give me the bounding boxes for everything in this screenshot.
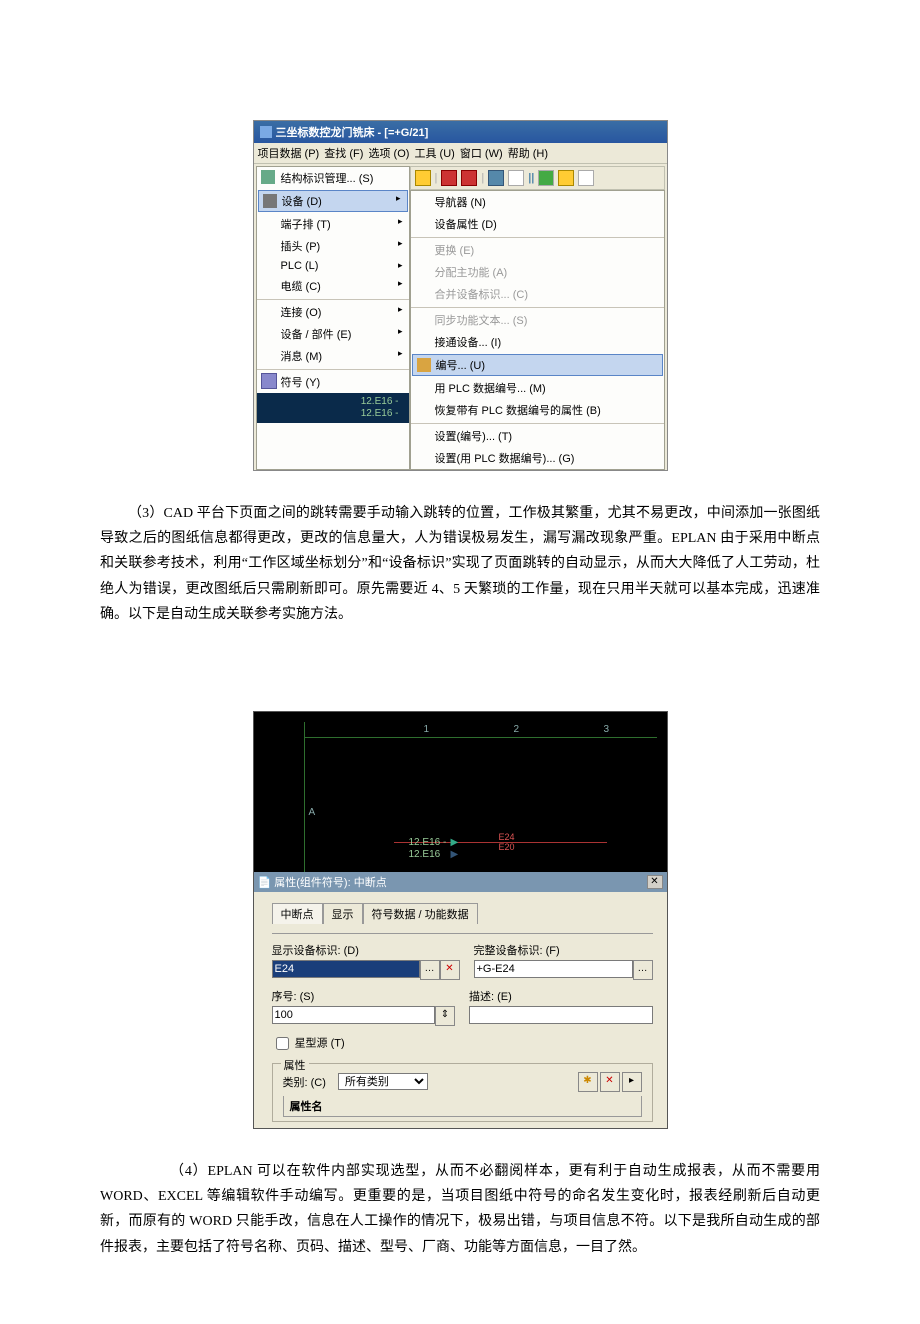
submenu-replace: 更换 (E) [411,237,664,261]
interrupt-arrow-icon: ▶ [451,837,459,848]
tab-bar: 中断点 显示 符号数据 / 功能数据 [272,902,653,923]
figure-menu-screenshot: 三坐标数控龙门铣床 - [=+G/21] 项目数据 (P) 查找 (F) 选项 … [100,120,820,471]
dialog-title-bar: 📄 属性(组件符号): 中断点 ✕ [254,872,667,892]
menu-item-device[interactable]: 设备 (D) [258,190,408,212]
browse-button[interactable]: … [420,960,440,980]
full-id-label: 完整设备标识: (F) [474,942,653,958]
submenu-device: 导航器 (N) 设备属性 (D) 更换 (E) 分配主功能 (A) 合并设备标识… [410,190,665,470]
toolbar-icon[interactable] [441,170,457,186]
reference-preview: 12.E16 - 12.E16 - [257,393,409,423]
dialog-icon: 📄 [258,877,272,889]
menu-find[interactable]: 查找 (F) [324,148,363,160]
submenu-merge-id: 合并设备标识... (C) [411,283,664,305]
star-source-checkbox[interactable] [276,1037,289,1050]
submenu-plc-number[interactable]: 用 PLC 数据编号... (M) [411,377,664,399]
menu-item-message[interactable]: 消息 (M) [257,345,409,367]
menu-item-terminal[interactable]: 端子排 (T) [257,213,409,235]
app-icon [260,126,272,138]
tab-symbol-data[interactable]: 符号数据 / 功能数据 [363,903,478,924]
submenu-settings-number[interactable]: 设置(编号)... (T) [411,423,664,447]
menu-item-cable[interactable]: 电缆 (C) [257,275,409,297]
full-id-input[interactable] [474,960,633,978]
category-select[interactable]: 所有类别 [338,1073,428,1090]
toolbar-icon[interactable] [558,170,574,186]
structure-icon [261,170,275,184]
tab-interrupt[interactable]: 中断点 [272,903,323,924]
submenu-settings-plc-number[interactable]: 设置(用 PLC 数据编号)... (G) [411,447,664,469]
property-name-header: 属性名 [283,1096,642,1117]
display-id-label: 显示设备标识: (D) [272,942,460,958]
menu-options[interactable]: 选项 (O) [368,148,409,160]
dialog-title: 属性(组件符号): 中断点 [274,877,386,889]
group-legend: 属性 [281,1057,309,1073]
menu-structure-id-manage[interactable]: 结构标识管理... (S) [257,167,409,189]
sequence-label: 序号: (S) [272,988,456,1004]
menu-window[interactable]: 窗口 (W) [460,148,503,160]
paragraph-3: （3）CAD 平台下页面之间的跳转需要手动输入跳转的位置，工作极其繁重，尤其不易… [100,501,820,627]
menu-bar: 项目数据 (P) 查找 (F) 选项 (O) 工具 (U) 窗口 (W) 帮助 … [254,143,667,164]
clear-button[interactable]: ✕ [440,960,460,980]
more-prop-button[interactable]: ▸ [622,1072,642,1092]
remove-prop-button[interactable]: ✕ [600,1072,620,1092]
spinner-button[interactable]: ⇕ [435,1006,455,1026]
display-id-input[interactable] [272,960,420,978]
menu-tools[interactable]: 工具 (U) [414,148,454,160]
submenu-restore-plc[interactable]: 恢复带有 PLC 数据编号的属性 (B) [411,399,664,421]
symbol-icon [261,373,277,389]
drawing-canvas: 1 2 3 A 12.E16 - ▶ 12.E16 ▶ E24 E20 [254,712,667,872]
menu-item-plug[interactable]: 插头 (P) [257,235,409,257]
description-input[interactable] [469,1006,653,1024]
toolbar-icon[interactable] [415,170,431,186]
window-title-bar: 三坐标数控龙门铣床 - [=+G/21] [254,121,667,143]
submenu-device-props[interactable]: 设备属性 (D) [411,213,664,235]
figure-properties-dialog: 1 2 3 A 12.E16 - ▶ 12.E16 ▶ E24 E20 📄 属性… [100,711,820,1129]
menu-item-symbol[interactable]: 符号 (Y) [257,369,409,393]
properties-group: 属性 类别: (C) 所有类别 ✱ ✕ ▸ 属性 [272,1063,653,1122]
submenu-connect-device[interactable]: 接通设备... (I) [411,331,664,353]
dropdown-menu-left: 结构标识管理... (S) 设备 (D) 端子排 (T) 插头 (P) PLC … [256,166,410,470]
toolbar-icon[interactable] [461,170,477,186]
add-prop-button[interactable]: ✱ [578,1072,598,1092]
device-icon [263,194,277,208]
menu-project-data[interactable]: 项目数据 (P) [258,148,320,160]
interrupt-arrow-icon: ▶ [451,849,459,860]
app-window: 三坐标数控龙门铣床 - [=+G/21] 项目数据 (P) 查找 (F) 选项 … [253,120,668,471]
star-source-label: 星型源 (T) [295,1037,345,1049]
category-label: 类别: (C) [283,1074,326,1090]
menu-item-plc[interactable]: PLC (L) [257,257,409,275]
toolbar-icon[interactable] [508,170,524,186]
menu-item-connection[interactable]: 连接 (O) [257,299,409,323]
menu-item-device-part[interactable]: 设备 / 部件 (E) [257,323,409,345]
tab-display[interactable]: 显示 [323,903,363,924]
sequence-input[interactable] [272,1006,436,1024]
submenu-numbering[interactable]: 编号... (U) [412,354,663,376]
properties-window: 1 2 3 A 12.E16 - ▶ 12.E16 ▶ E24 E20 📄 属性… [253,711,668,1129]
close-button[interactable]: ✕ [647,875,663,889]
menu-help[interactable]: 帮助 (H) [508,148,548,160]
toolbar-icon[interactable] [538,170,554,186]
submenu-assign-main: 分配主功能 (A) [411,261,664,283]
toolbar-icon[interactable] [578,170,594,186]
submenu-navigator[interactable]: 导航器 (N) [411,191,664,213]
window-title: 三坐标数控龙门铣床 - [=+G/21] [276,124,429,140]
toolbar-icon[interactable] [488,170,504,186]
description-label: 描述: (E) [469,988,653,1004]
numbering-icon [417,358,431,372]
paragraph-4: （4）EPLAN 可以在软件内部实现选型，从而不必翻阅样本，更有利于自动生成报表… [100,1159,820,1260]
browse-button[interactable]: … [633,960,653,980]
toolbar: | | || [410,166,665,190]
submenu-sync-text: 同步功能文本... (S) [411,307,664,331]
